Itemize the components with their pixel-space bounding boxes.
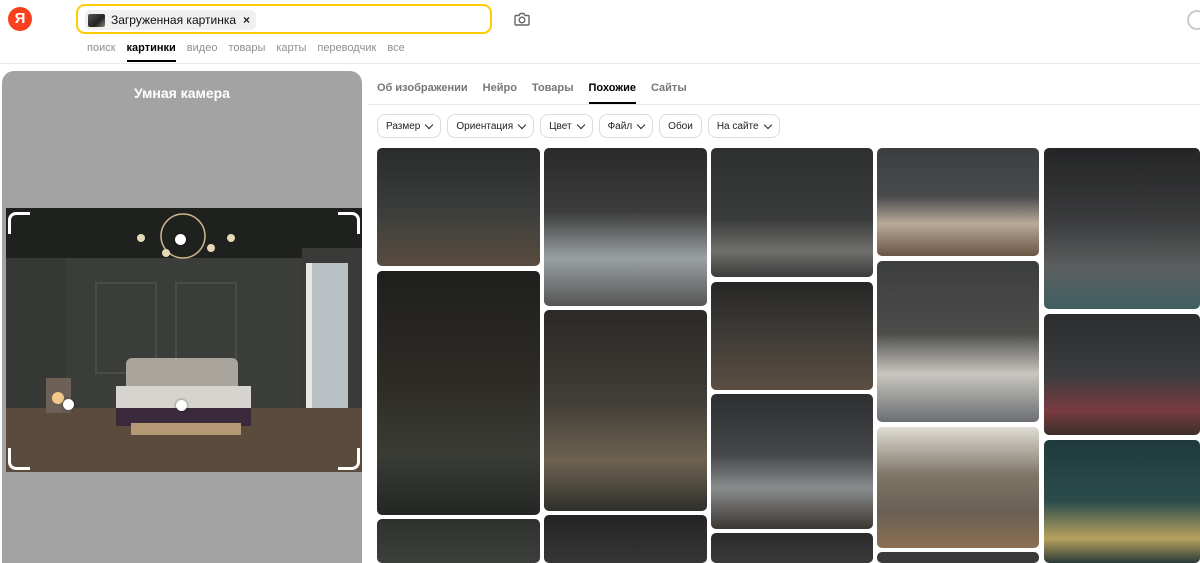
top-header: Я Загруженная картинка × поиск картинки …: [0, 0, 1200, 64]
similar-image-tile[interactable]: [377, 148, 540, 266]
filter-label: На сайте: [716, 120, 759, 132]
similar-image-tile[interactable]: [711, 282, 873, 390]
chevron-down-icon: [517, 120, 527, 129]
filter-on-site[interactable]: На сайте: [707, 114, 780, 138]
tabs-divider: [368, 104, 1200, 105]
uploaded-image-chip[interactable]: Загруженная картинка ×: [85, 10, 257, 30]
nav-item-all[interactable]: все: [387, 42, 404, 62]
similar-image-tile[interactable]: [877, 148, 1039, 256]
filter-label: Ориентация: [456, 120, 514, 132]
similar-image-tile[interactable]: [877, 261, 1039, 422]
uploaded-image-preview[interactable]: [6, 208, 362, 472]
tab-neuro[interactable]: Нейро: [483, 82, 517, 104]
crop-corner-top-right[interactable]: [338, 212, 360, 234]
crop-corner-bottom-left[interactable]: [8, 448, 30, 470]
filter-color[interactable]: Цвет: [540, 114, 593, 138]
similar-image-tile[interactable]: [711, 394, 873, 529]
filter-orientation[interactable]: Ориентация: [447, 114, 535, 138]
nav-item-images[interactable]: картинки: [126, 42, 176, 62]
search-verticals-nav: поиск картинки видео товары карты перево…: [87, 42, 405, 62]
object-hotspot-bed[interactable]: [176, 400, 187, 411]
chevron-down-icon: [425, 120, 434, 129]
nav-item-search[interactable]: поиск: [87, 42, 116, 62]
chip-label: Загруженная картинка: [111, 13, 237, 27]
filter-wallpapers[interactable]: Обои: [659, 114, 702, 138]
filter-file[interactable]: Файл: [598, 114, 654, 138]
similar-image-tile[interactable]: [1044, 314, 1200, 435]
tab-about-image[interactable]: Об изображении: [377, 82, 468, 104]
nav-item-maps[interactable]: карты: [276, 42, 306, 62]
search-bar[interactable]: Загруженная картинка ×: [76, 4, 492, 34]
object-hotspot-lamp[interactable]: [63, 399, 74, 410]
similar-image-tile[interactable]: [377, 519, 540, 563]
object-hotspot-chandelier[interactable]: [175, 234, 186, 245]
crop-corner-bottom-right[interactable]: [338, 448, 360, 470]
user-avatar[interactable]: [1187, 10, 1200, 30]
similar-image-tile[interactable]: [1044, 148, 1200, 309]
similar-image-tile[interactable]: [877, 427, 1039, 548]
tab-sites[interactable]: Сайты: [651, 82, 687, 104]
tab-products[interactable]: Товары: [532, 82, 574, 104]
similar-image-tile[interactable]: [544, 148, 707, 306]
similar-image-tile[interactable]: [544, 310, 707, 511]
camera-icon[interactable]: [513, 10, 531, 28]
chevron-down-icon: [576, 120, 585, 129]
uploaded-image-thumbnail: [88, 13, 105, 27]
similar-image-tile[interactable]: [711, 533, 873, 563]
filter-bar: Размер Ориентация Цвет Файл Обои На сайт…: [377, 114, 780, 138]
chevron-down-icon: [763, 120, 772, 129]
filter-label: Цвет: [549, 120, 572, 132]
chevron-down-icon: [636, 120, 646, 129]
similar-image-tile[interactable]: [377, 271, 540, 515]
crop-corner-top-left[interactable]: [8, 212, 30, 234]
yandex-logo[interactable]: Я: [8, 7, 32, 31]
filter-label: Файл: [607, 120, 633, 132]
similar-image-tile[interactable]: [877, 552, 1039, 563]
nav-item-translator[interactable]: переводчик: [317, 42, 376, 62]
similar-image-tile[interactable]: [544, 515, 707, 563]
nav-item-video[interactable]: видео: [187, 42, 218, 62]
result-tabs: Об изображении Нейро Товары Похожие Сайт…: [377, 82, 702, 104]
similar-image-tile[interactable]: [1044, 440, 1200, 563]
nav-item-products[interactable]: товары: [228, 42, 265, 62]
panel-title: Умная камера: [134, 85, 230, 101]
tab-similar[interactable]: Похожие: [588, 82, 636, 104]
similar-image-tile[interactable]: [711, 148, 873, 277]
close-icon[interactable]: ×: [243, 13, 250, 27]
filter-size[interactable]: Размер: [377, 114, 442, 138]
filter-label: Обои: [668, 120, 693, 132]
filter-label: Размер: [386, 120, 421, 132]
smart-camera-panel: Умная камера: [2, 71, 362, 563]
